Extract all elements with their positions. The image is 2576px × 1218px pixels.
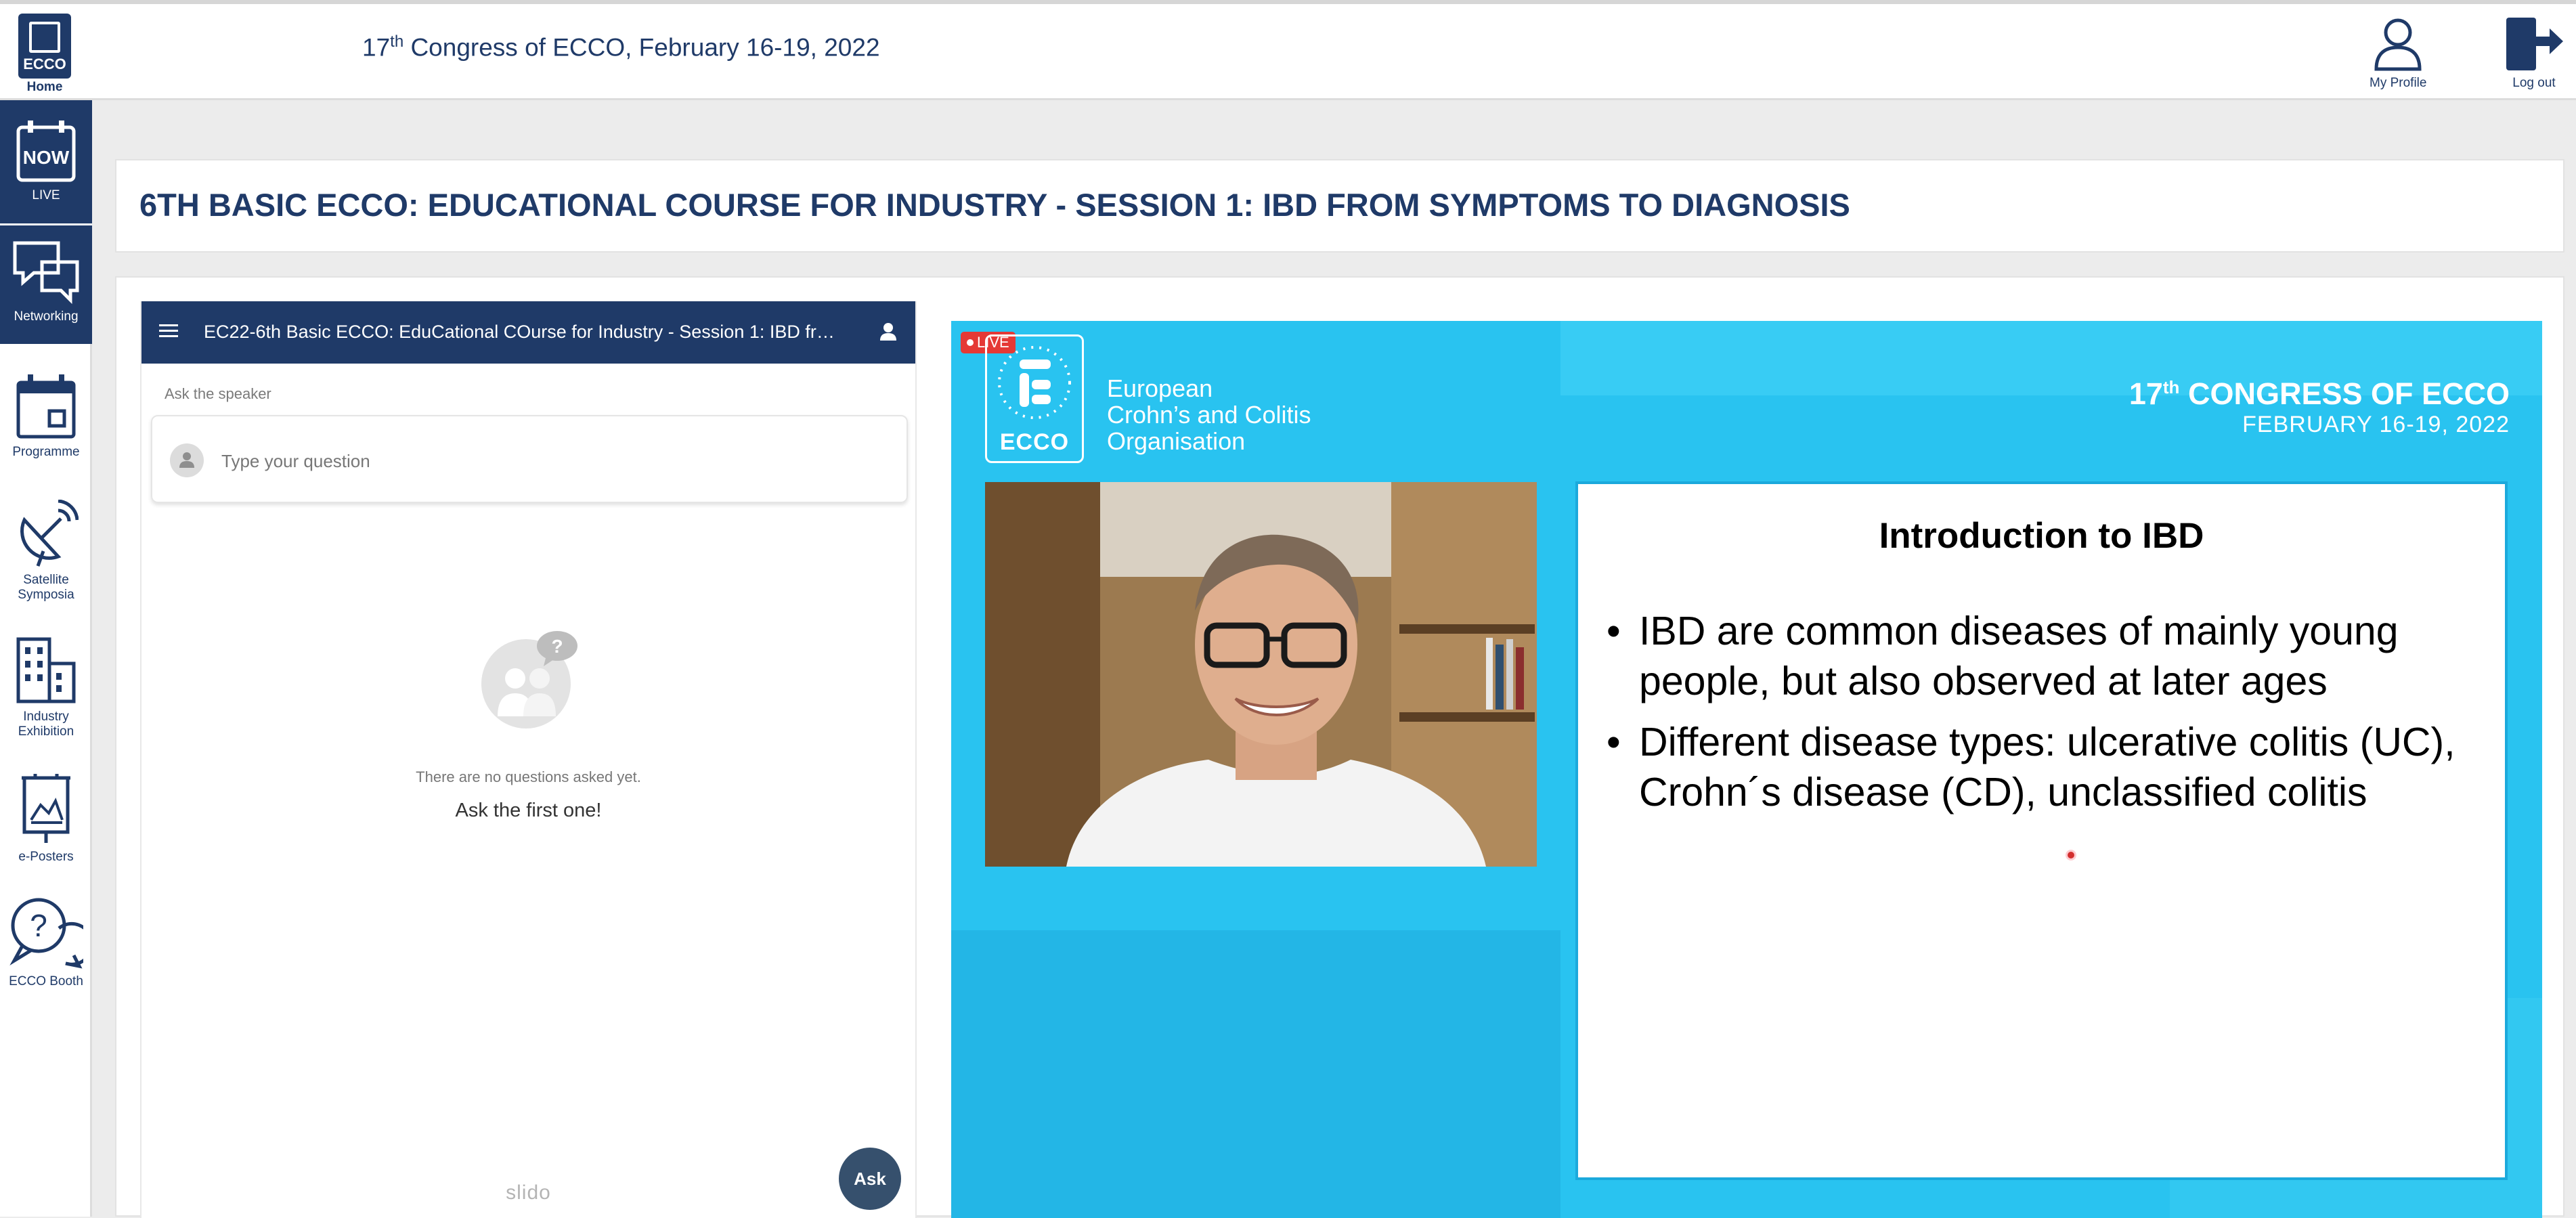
- logout-icon: [2506, 18, 2563, 70]
- now-icon: NOW: [16, 121, 76, 182]
- buildings-icon: [16, 637, 76, 703]
- slido-panel: EC22-6th Basic ECCO: EduCational COurse …: [140, 301, 917, 1218]
- congress-banner: 17th CONGRESS OF ECCO FEBRUARY 16-19, 20…: [2129, 376, 2510, 437]
- no-questions-illustration-icon: ?: [481, 631, 577, 728]
- slido-header: EC22-6th Basic ECCO: EduCational COurse …: [141, 301, 915, 364]
- question-bubbles-icon: ?: [9, 898, 83, 969]
- content-card: EC22-6th Basic ECCO: EduCational COurse …: [115, 276, 2564, 1218]
- ask-speaker-label: Ask the speaker: [165, 385, 271, 402]
- logo-text: ECCO: [23, 56, 66, 72]
- empty-state-text: There are no questions asked yet.: [416, 768, 641, 785]
- session-title-card: 6TH BASIC ECCO: EDUCATIONAL COURSE FOR I…: [115, 159, 2564, 253]
- my-profile-button[interactable]: My Profile: [2370, 16, 2426, 91]
- calendar-icon: [16, 374, 76, 439]
- sidebar-item-programme[interactable]: Programme: [0, 374, 92, 490]
- presentation-slide: Introduction to IBD IBD are common disea…: [1575, 481, 2508, 1180]
- chat-bubbles-icon: [13, 241, 79, 304]
- organisation-name: European Crohn’s and Colitis Organisatio…: [1107, 374, 1311, 455]
- sidebar-item-label: ECCO Booth: [9, 974, 83, 988]
- anonymous-avatar-icon: [170, 443, 204, 477]
- laser-pointer-dot: [2066, 850, 2076, 861]
- sidebar-item-label: Industry Exhibition: [18, 710, 74, 739]
- sidebar-item-label: Networking: [14, 309, 79, 324]
- sidebar-item-e-posters[interactable]: e-Posters: [0, 774, 92, 896]
- slide-bullet: IBD are common diseases of mainly young …: [1605, 606, 2492, 706]
- sidebar-item-industry-exhibition[interactable]: Industry Exhibition: [0, 636, 92, 772]
- slide-bullet-list: IBD are common diseases of mainly young …: [1605, 606, 2492, 828]
- hamburger-menu-icon[interactable]: [158, 322, 179, 341]
- speaker-video-feed: [985, 482, 1537, 867]
- sidebar-item-ecco-booth[interactable]: ? ECCO Booth: [0, 896, 92, 1024]
- svg-text:?: ?: [30, 908, 47, 943]
- home-label: Home: [26, 80, 63, 94]
- top-header: ECCO Home 17th Congress of ECCO, Februar…: [0, 0, 2576, 100]
- slide-title: Introduction to IBD: [1879, 516, 2204, 556]
- slido-logo: slido: [506, 1181, 551, 1204]
- sidebar-item-live[interactable]: NOW LIVE: [0, 100, 92, 223]
- slido-event-title: EC22-6th Basic ECCO: EduCational COurse …: [204, 322, 840, 342]
- ask-button[interactable]: Ask: [839, 1148, 901, 1210]
- profile-label: My Profile: [2370, 76, 2427, 90]
- poster-icon: [22, 774, 70, 843]
- slide-bullet: Different disease types: ulcerative coli…: [1605, 717, 2492, 817]
- svg-text:?: ?: [551, 636, 563, 657]
- live-video-player[interactable]: LIVE ECCO European Crohn’s and Colitis O…: [951, 321, 2542, 1218]
- event-title: 17th Congress of ECCO, February 16-19, 2…: [362, 32, 880, 62]
- sidebar-item-label: e-Posters: [18, 850, 74, 864]
- question-input[interactable]: [220, 446, 883, 476]
- question-box[interactable]: [151, 415, 908, 503]
- logout-label: Log out: [2512, 76, 2556, 90]
- user-icon: [2374, 18, 2422, 71]
- session-title: 6TH BASIC ECCO: EDUCATIONAL COURSE FOR I…: [139, 187, 1850, 223]
- empty-state-cta: Ask the first one!: [455, 800, 602, 821]
- home-link[interactable]: ECCO Home: [12, 14, 77, 99]
- sidebar-item-satellite-symposia[interactable]: Satellite Symposia: [0, 500, 92, 635]
- logout-button[interactable]: Log out: [2504, 16, 2564, 91]
- sidebar-item-label: LIVE: [32, 188, 60, 202]
- ecco-org-logo-icon: ECCO: [985, 334, 1084, 463]
- ecco-logo-icon: ECCO: [18, 14, 71, 79]
- sidebar-item-label: Satellite Symposia: [18, 573, 74, 602]
- svg-text:NOW: NOW: [23, 147, 70, 168]
- sidebar-item-networking[interactable]: Networking: [0, 223, 92, 344]
- sidebar: NOW LIVE Networking Programme Satellite …: [0, 100, 92, 1217]
- sidebar-item-label: Programme: [12, 445, 80, 459]
- satellite-dish-icon: [20, 500, 79, 567]
- account-icon[interactable]: [879, 322, 898, 342]
